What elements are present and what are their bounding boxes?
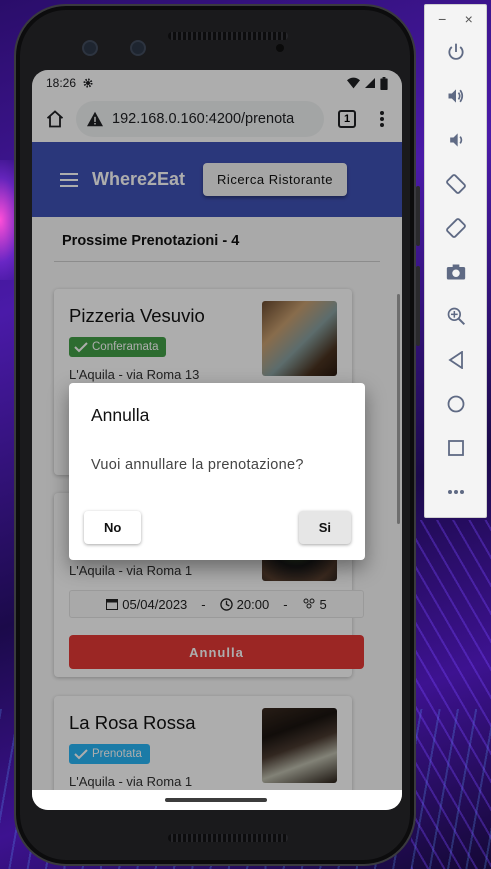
cancel-dialog: Annulla Vuoi annullare la prenotazione? … (69, 383, 365, 560)
power-side-button (416, 186, 420, 246)
close-button[interactable]: × (465, 11, 473, 27)
back-icon[interactable] (443, 347, 469, 373)
dialog-title: Annulla (91, 405, 150, 425)
overview-icon[interactable] (443, 435, 469, 461)
dialog-message: Vuoi annullare la prenotazione? (91, 457, 304, 473)
volume-down-icon[interactable] (443, 127, 469, 153)
gesture-nav-bar (32, 790, 402, 810)
background-lines-right (411, 520, 491, 869)
no-button[interactable]: No (84, 511, 142, 544)
nav-handle[interactable] (165, 798, 267, 802)
power-icon[interactable] (443, 39, 469, 65)
emulator-panel: − × (424, 4, 487, 518)
rotate-right-icon[interactable] (443, 215, 469, 241)
front-camera-2 (130, 40, 146, 56)
home-circle-icon[interactable] (443, 391, 469, 417)
more-icon[interactable] (443, 479, 469, 505)
emulator-panel-header: − × (425, 5, 486, 27)
zoom-icon[interactable] (443, 303, 469, 329)
front-camera (82, 40, 98, 56)
bottom-speaker (168, 834, 288, 842)
proximity-sensor (276, 44, 284, 52)
camera-icon[interactable] (443, 259, 469, 285)
top-speaker (168, 32, 288, 40)
minimize-button[interactable]: − (438, 11, 446, 27)
yes-button[interactable]: Si (298, 511, 351, 544)
phone-screen: 18:26 192.168.0.160:4200/prenota 1 Where… (32, 70, 402, 810)
rotate-left-icon[interactable] (443, 171, 469, 197)
phone-frame: 18:26 192.168.0.160:4200/prenota 1 Where… (14, 4, 420, 866)
volume-side-button (416, 266, 420, 346)
volume-up-icon[interactable] (443, 83, 469, 109)
scrollbar[interactable] (397, 294, 400, 524)
